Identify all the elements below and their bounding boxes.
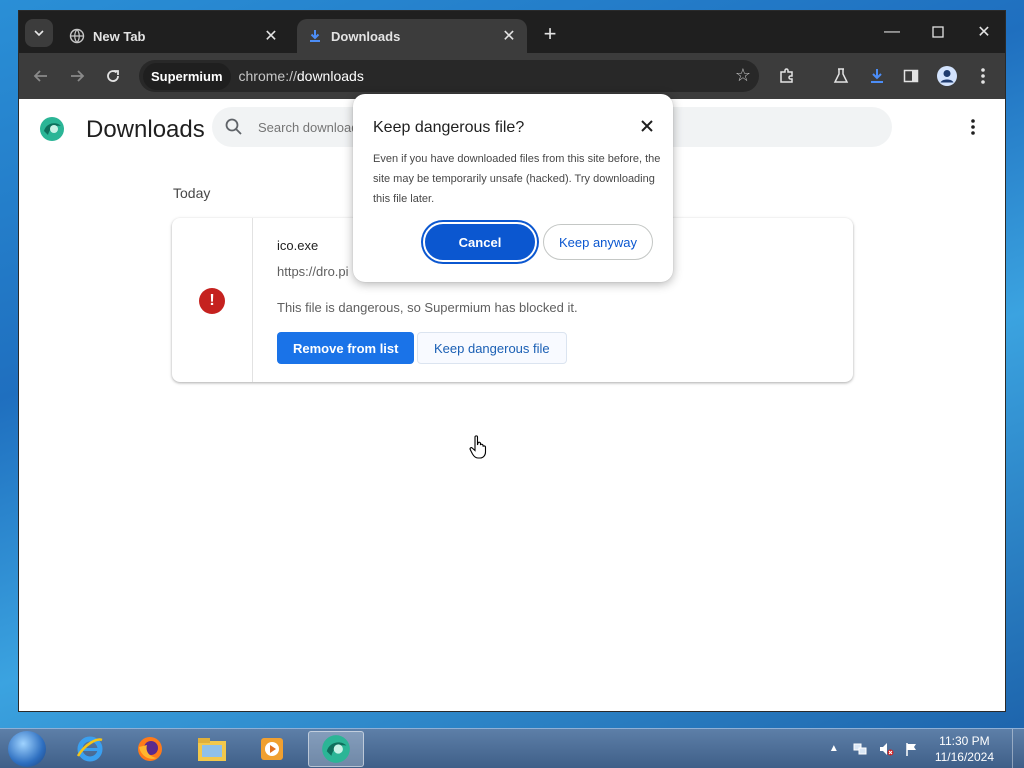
browser-menu-button[interactable] xyxy=(969,62,997,90)
tab-title: Downloads xyxy=(331,28,401,44)
extensions-button[interactable] xyxy=(773,62,801,90)
clock-date: 11/16/2024 xyxy=(934,750,994,764)
clock-time: 11:30 PM xyxy=(939,734,990,748)
forward-arrow-icon xyxy=(71,70,85,82)
new-tab-button[interactable]: + xyxy=(537,21,563,47)
reload-icon xyxy=(107,70,119,82)
network-icon[interactable] xyxy=(852,741,868,757)
taskbar: ▲ 11:30 PM 11/16/2024 xyxy=(0,728,1024,768)
keep-dangerous-file-button[interactable]: Keep dangerous file xyxy=(417,332,567,364)
danger-icon: ! xyxy=(199,288,225,314)
desktop-background xyxy=(0,0,18,728)
supermium-taskbar-icon[interactable] xyxy=(308,731,364,767)
date-heading: Today xyxy=(173,185,211,201)
file-name[interactable]: ico.exe xyxy=(277,238,318,253)
browser-window: New Tab ✕ Downloads ✕ + — ✕ Supermium ch xyxy=(18,10,1006,712)
downloads-button[interactable] xyxy=(863,62,891,90)
keep-dangerous-dialog: Keep dangerous file? Even if you have do… xyxy=(353,94,673,282)
minimize-button[interactable]: — xyxy=(869,19,915,45)
download-icon xyxy=(871,69,883,83)
more-vertical-icon xyxy=(981,68,985,84)
reload-button[interactable] xyxy=(99,62,127,90)
more-vertical-icon[interactable] xyxy=(963,117,983,137)
title-bar: New Tab ✕ Downloads ✕ + — ✕ xyxy=(19,11,1005,53)
volume-muted-icon[interactable] xyxy=(878,741,894,757)
file-explorer-icon[interactable] xyxy=(184,731,240,767)
bookmark-star-icon[interactable]: ☆ xyxy=(735,65,751,86)
tab-search-button[interactable] xyxy=(25,19,53,47)
danger-message: This file is dangerous, so Supermium has… xyxy=(277,300,578,315)
remove-from-list-button[interactable]: Remove from list xyxy=(277,332,415,364)
tab-new-tab[interactable]: New Tab ✕ xyxy=(59,19,289,53)
labs-button[interactable] xyxy=(827,62,855,90)
hand-cursor-icon xyxy=(469,435,487,459)
download-icon xyxy=(307,28,323,44)
internet-explorer-icon[interactable] xyxy=(62,731,118,767)
side-panel-icon xyxy=(903,69,919,83)
address-bar[interactable]: Supermium chrome://downloads ☆ xyxy=(139,60,759,92)
back-arrow-icon xyxy=(33,70,47,82)
media-player-icon[interactable] xyxy=(244,731,300,767)
chevron-down-icon xyxy=(34,30,44,37)
back-button[interactable] xyxy=(27,62,55,90)
globe-icon xyxy=(69,28,85,44)
show-desktop-button[interactable] xyxy=(1012,729,1024,768)
profile-button[interactable] xyxy=(933,62,961,90)
close-icon[interactable]: ✕ xyxy=(501,26,517,46)
flask-icon xyxy=(833,68,849,83)
clock[interactable]: 11:30 PM 11/16/2024 xyxy=(935,733,994,765)
firefox-icon[interactable] xyxy=(122,731,178,767)
forward-button[interactable] xyxy=(63,62,91,90)
avatar-icon xyxy=(937,66,957,86)
keep-anyway-button[interactable]: Keep anyway xyxy=(543,224,653,260)
card-divider xyxy=(252,218,253,382)
search-icon xyxy=(225,118,242,135)
puzzle-icon xyxy=(780,68,793,83)
close-icon[interactable]: ✕ xyxy=(263,26,279,46)
file-url[interactable]: https://dro.pi xyxy=(277,264,349,279)
browser-chip[interactable]: Supermium xyxy=(143,62,231,90)
toolbar: Supermium chrome://downloads ☆ xyxy=(19,53,1005,99)
supermium-logo-icon xyxy=(40,117,64,141)
action-center-flag-icon[interactable] xyxy=(904,741,920,757)
tab-title: New Tab xyxy=(93,28,146,44)
dialog-title: Keep dangerous file? xyxy=(373,119,525,136)
tab-downloads[interactable]: Downloads ✕ xyxy=(297,19,527,53)
dialog-message: Even if you have downloaded files from t… xyxy=(373,153,661,205)
maximize-icon xyxy=(932,26,944,38)
side-panel-button[interactable] xyxy=(897,62,925,90)
system-tray: ▲ 11:30 PM 11/16/2024 xyxy=(821,729,1024,768)
start-button[interactable] xyxy=(8,731,46,767)
show-hidden-icons-icon[interactable]: ▲ xyxy=(826,741,842,757)
cancel-button[interactable]: Cancel xyxy=(423,222,537,262)
close-icon[interactable] xyxy=(637,116,657,136)
page-title: Downloads xyxy=(86,116,205,143)
close-window-button[interactable]: ✕ xyxy=(961,19,1005,45)
maximize-button[interactable] xyxy=(915,19,961,45)
url-text[interactable]: chrome://downloads xyxy=(239,68,364,84)
